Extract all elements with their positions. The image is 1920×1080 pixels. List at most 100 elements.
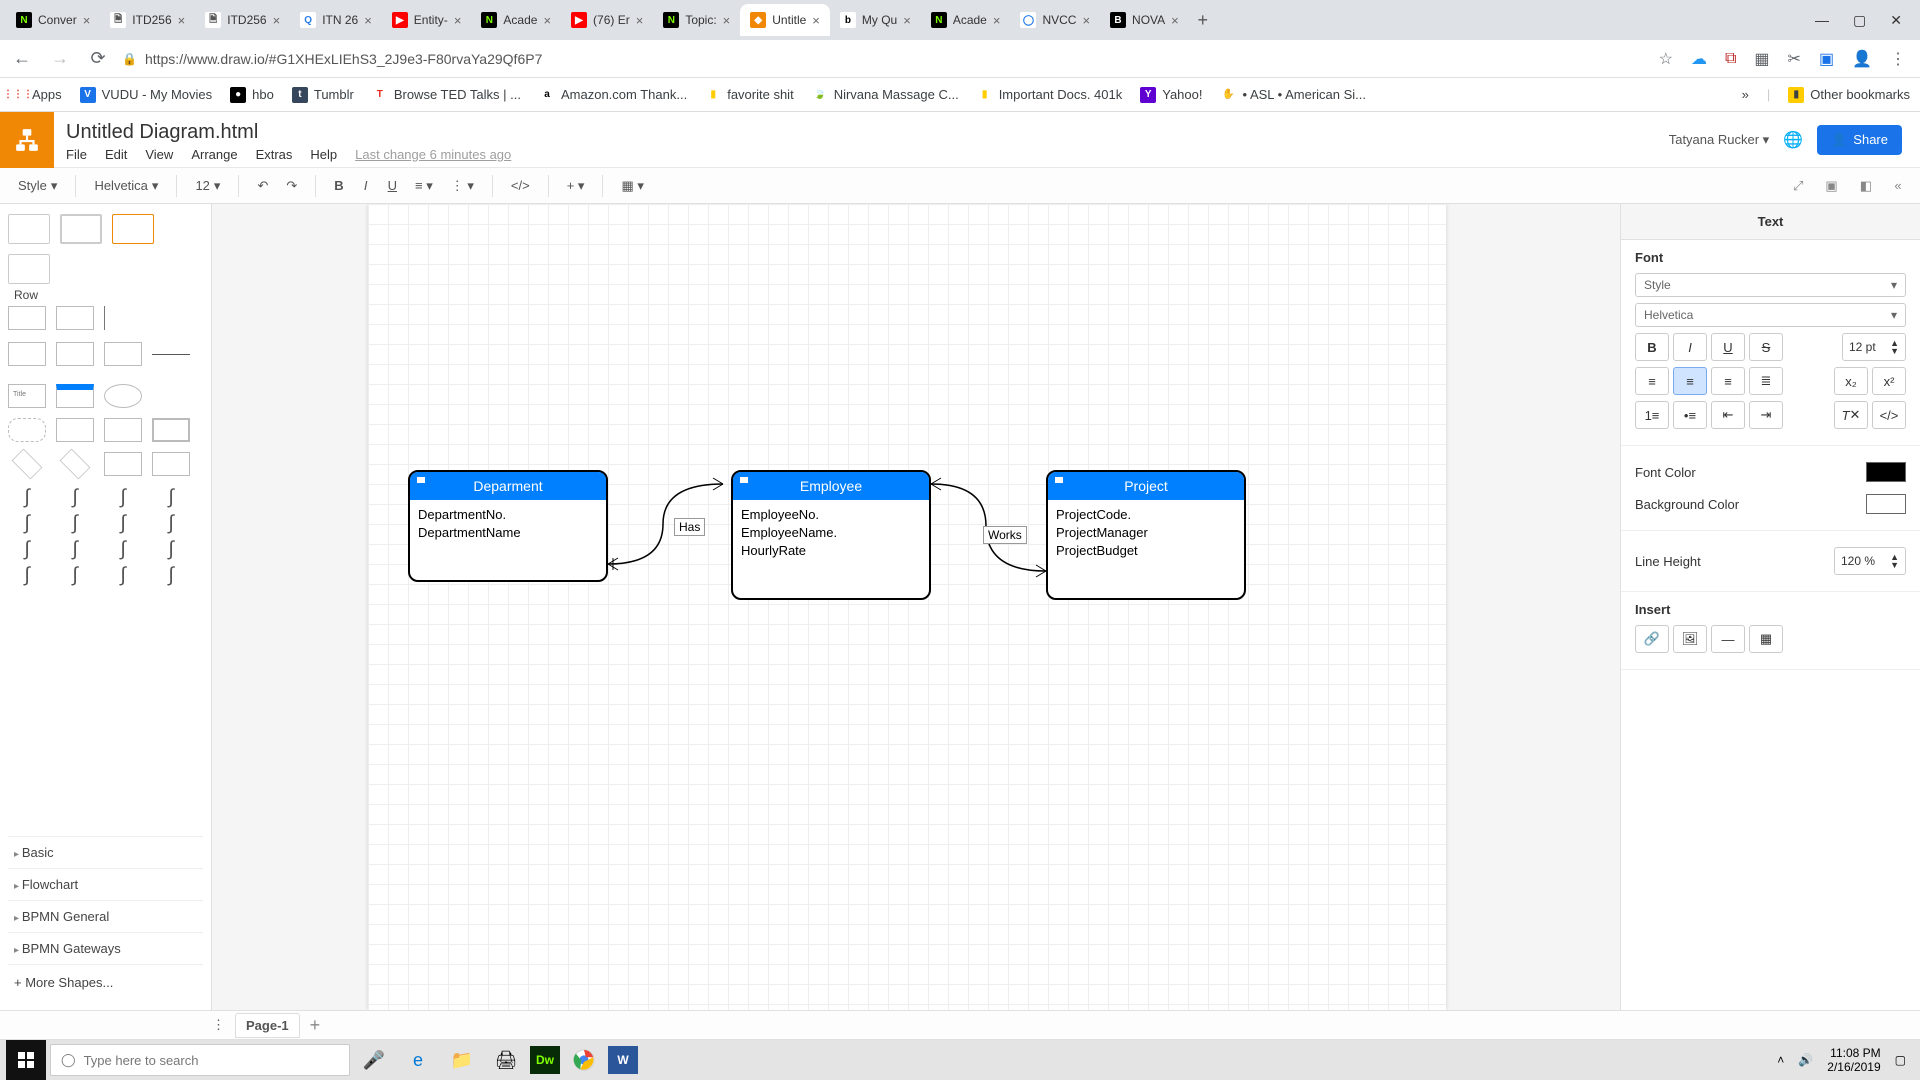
fullscreen-icon[interactable]: ⤢ — [1787, 174, 1809, 198]
collapse-icon[interactable] — [739, 476, 749, 484]
taskbar-mic-icon[interactable]: 🎤 — [354, 1040, 394, 1080]
entity-header[interactable]: Deparment — [410, 472, 606, 500]
close-tab-icon[interactable]: × — [812, 13, 820, 28]
right-panel-tab-text[interactable]: Text — [1621, 204, 1920, 240]
canvas-area[interactable]: Has Works DeparmentDepartmentNo.Departme… — [212, 204, 1620, 1010]
align-right-button[interactable]: ≡ — [1711, 367, 1745, 395]
shape-entity-1[interactable] — [56, 384, 94, 408]
document-title[interactable]: Untitled Diagram.html — [66, 121, 511, 144]
outline-icon[interactable]: ◧ — [1854, 174, 1878, 198]
shape-note-1[interactable] — [104, 452, 142, 476]
bookmark-item[interactable]: ⋮⋮⋮Apps — [10, 87, 62, 103]
browser-tab[interactable]: 🗎ITD256× — [195, 4, 290, 36]
shape-diamond-1[interactable] — [12, 449, 43, 480]
shape-connector-8[interactable]: ∫ — [152, 512, 190, 538]
ext-adobe-icon[interactable]: ⧉ — [1725, 50, 1736, 68]
bookmark-item[interactable]: aAmazon.com Thank... — [539, 87, 687, 103]
shape-misc-2[interactable] — [56, 342, 94, 366]
more-format-dropdown[interactable]: ⋮ ▾ — [445, 174, 480, 198]
panel-bold-button[interactable]: B — [1635, 333, 1669, 361]
shape-connector-2[interactable]: ∫ — [56, 486, 94, 512]
shape-table-1[interactable] — [8, 214, 50, 244]
taskbar-clock[interactable]: 11:08 PM 2/16/2019 — [1827, 1046, 1880, 1074]
bullet-list-button[interactable]: •≡ — [1673, 401, 1707, 429]
panel-html-button[interactable]: </> — [1872, 401, 1906, 429]
profile-icon[interactable]: 👤 — [1852, 49, 1872, 69]
connector-has[interactable] — [608, 474, 738, 574]
tray-volume-icon[interactable]: 🔊 — [1798, 1053, 1813, 1067]
add-page-button[interactable]: + — [310, 1015, 321, 1036]
entity-attribute[interactable]: DepartmentName — [418, 524, 598, 542]
close-tab-icon[interactable]: × — [1082, 13, 1090, 28]
close-tab-icon[interactable]: × — [1171, 13, 1179, 28]
close-tab-icon[interactable]: × — [903, 13, 911, 28]
forward-button[interactable]: → — [46, 48, 74, 69]
shape-category[interactable]: BPMN General — [8, 900, 203, 932]
taskbar-printer-icon[interactable]: 🖨 — [486, 1040, 526, 1080]
insert-hr-button[interactable]: — — [1711, 625, 1745, 653]
browser-tab[interactable]: NAcade× — [921, 4, 1011, 36]
shape-connector-16[interactable]: ∫ — [152, 564, 190, 590]
bg-color-swatch[interactable] — [1866, 494, 1906, 514]
ext-generic-icon[interactable]: ▦ — [1754, 49, 1769, 69]
shape-line[interactable] — [152, 354, 190, 355]
close-tab-icon[interactable]: × — [543, 13, 551, 28]
bookmark-item[interactable]: 🍃Nirvana Massage C... — [812, 87, 959, 103]
taskbar-search[interactable]: ◯ Type here to search — [50, 1044, 350, 1076]
shape-category[interactable]: Basic — [8, 836, 203, 868]
close-tab-icon[interactable]: × — [273, 13, 281, 28]
ext-onedrive-icon[interactable]: ☁ — [1691, 49, 1707, 69]
shape-connector-3[interactable]: ∫ — [104, 486, 142, 512]
entity-attribute[interactable]: ProjectCode. — [1056, 506, 1236, 524]
undo-button[interactable]: ↶ — [251, 174, 274, 198]
shape-category[interactable]: BPMN Gateways — [8, 932, 203, 964]
italic-button[interactable]: I — [356, 174, 376, 197]
tray-chevron-icon[interactable]: ˄ — [1777, 1053, 1784, 1067]
browser-tab[interactable]: QITN 26× — [290, 4, 382, 36]
taskbar-explorer-icon[interactable]: 📁 — [442, 1040, 482, 1080]
drawio-logo-icon[interactable] — [0, 112, 54, 168]
browser-tab[interactable]: NConver× — [6, 4, 100, 36]
browser-tab[interactable]: ▶(76) Er× — [561, 4, 653, 36]
shape-misc-1[interactable] — [8, 342, 46, 366]
bookmark-item[interactable]: TBrowse TED Talks | ... — [372, 87, 521, 103]
bookmark-item[interactable]: ▮Important Docs. 401k — [977, 87, 1123, 103]
shape-connector-12[interactable]: ∫ — [152, 538, 190, 564]
shape-connector-15[interactable]: ∫ — [104, 564, 142, 590]
cast-icon[interactable]: ▣ — [1819, 49, 1834, 69]
window-close-icon[interactable]: ✕ — [1890, 12, 1902, 29]
relation-label-has[interactable]: Has — [674, 518, 705, 536]
panel-italic-button[interactable]: I — [1673, 333, 1707, 361]
font-size-dropdown[interactable]: 12 ▾ — [189, 174, 226, 198]
align-center-button[interactable]: ≡ — [1673, 367, 1707, 395]
er-entity-employee[interactable]: EmployeeEmployeeNo.EmployeeName.HourlyRa… — [731, 470, 931, 600]
entity-attribute[interactable]: HourlyRate — [741, 542, 921, 560]
shape-entity-box[interactable] — [56, 418, 94, 442]
entity-body[interactable]: ProjectCode.ProjectManagerProjectBudget — [1048, 500, 1244, 598]
close-tab-icon[interactable]: × — [178, 13, 186, 28]
shape-connector-5[interactable]: ∫ — [8, 512, 46, 538]
menu-help[interactable]: Help — [310, 147, 337, 162]
close-tab-icon[interactable]: × — [364, 13, 372, 28]
close-tab-icon[interactable]: × — [636, 13, 644, 28]
share-button[interactable]: 👤 Share — [1817, 125, 1902, 155]
menu-view[interactable]: View — [145, 147, 173, 162]
superscript-button[interactable]: x² — [1872, 367, 1906, 395]
close-tab-icon[interactable]: × — [83, 13, 91, 28]
action-center-icon[interactable]: ▢ — [1895, 1053, 1906, 1067]
line-height-spinner[interactable]: 120 %▲▼ — [1834, 547, 1906, 575]
indent-button[interactable]: ⇥ — [1749, 401, 1783, 429]
shape-connector-14[interactable]: ∫ — [56, 564, 94, 590]
taskbar-chrome-icon[interactable] — [564, 1040, 604, 1080]
entity-attribute[interactable]: DepartmentNo. — [418, 506, 598, 524]
back-button[interactable]: ← — [8, 48, 36, 69]
menu-edit[interactable]: Edit — [105, 147, 127, 162]
shape-title-box[interactable]: Title — [8, 384, 46, 408]
menu-file[interactable]: File — [66, 147, 87, 162]
shape-diamond-2[interactable] — [60, 449, 91, 480]
shape-cloud[interactable] — [8, 418, 46, 442]
add-dropdown[interactable]: + ▾ — [561, 174, 591, 198]
menu-arrange[interactable]: Arrange — [191, 147, 237, 162]
er-entity-project[interactable]: ProjectProjectCode.ProjectManagerProject… — [1046, 470, 1246, 600]
insert-table-button[interactable]: ▦ — [1749, 625, 1783, 653]
